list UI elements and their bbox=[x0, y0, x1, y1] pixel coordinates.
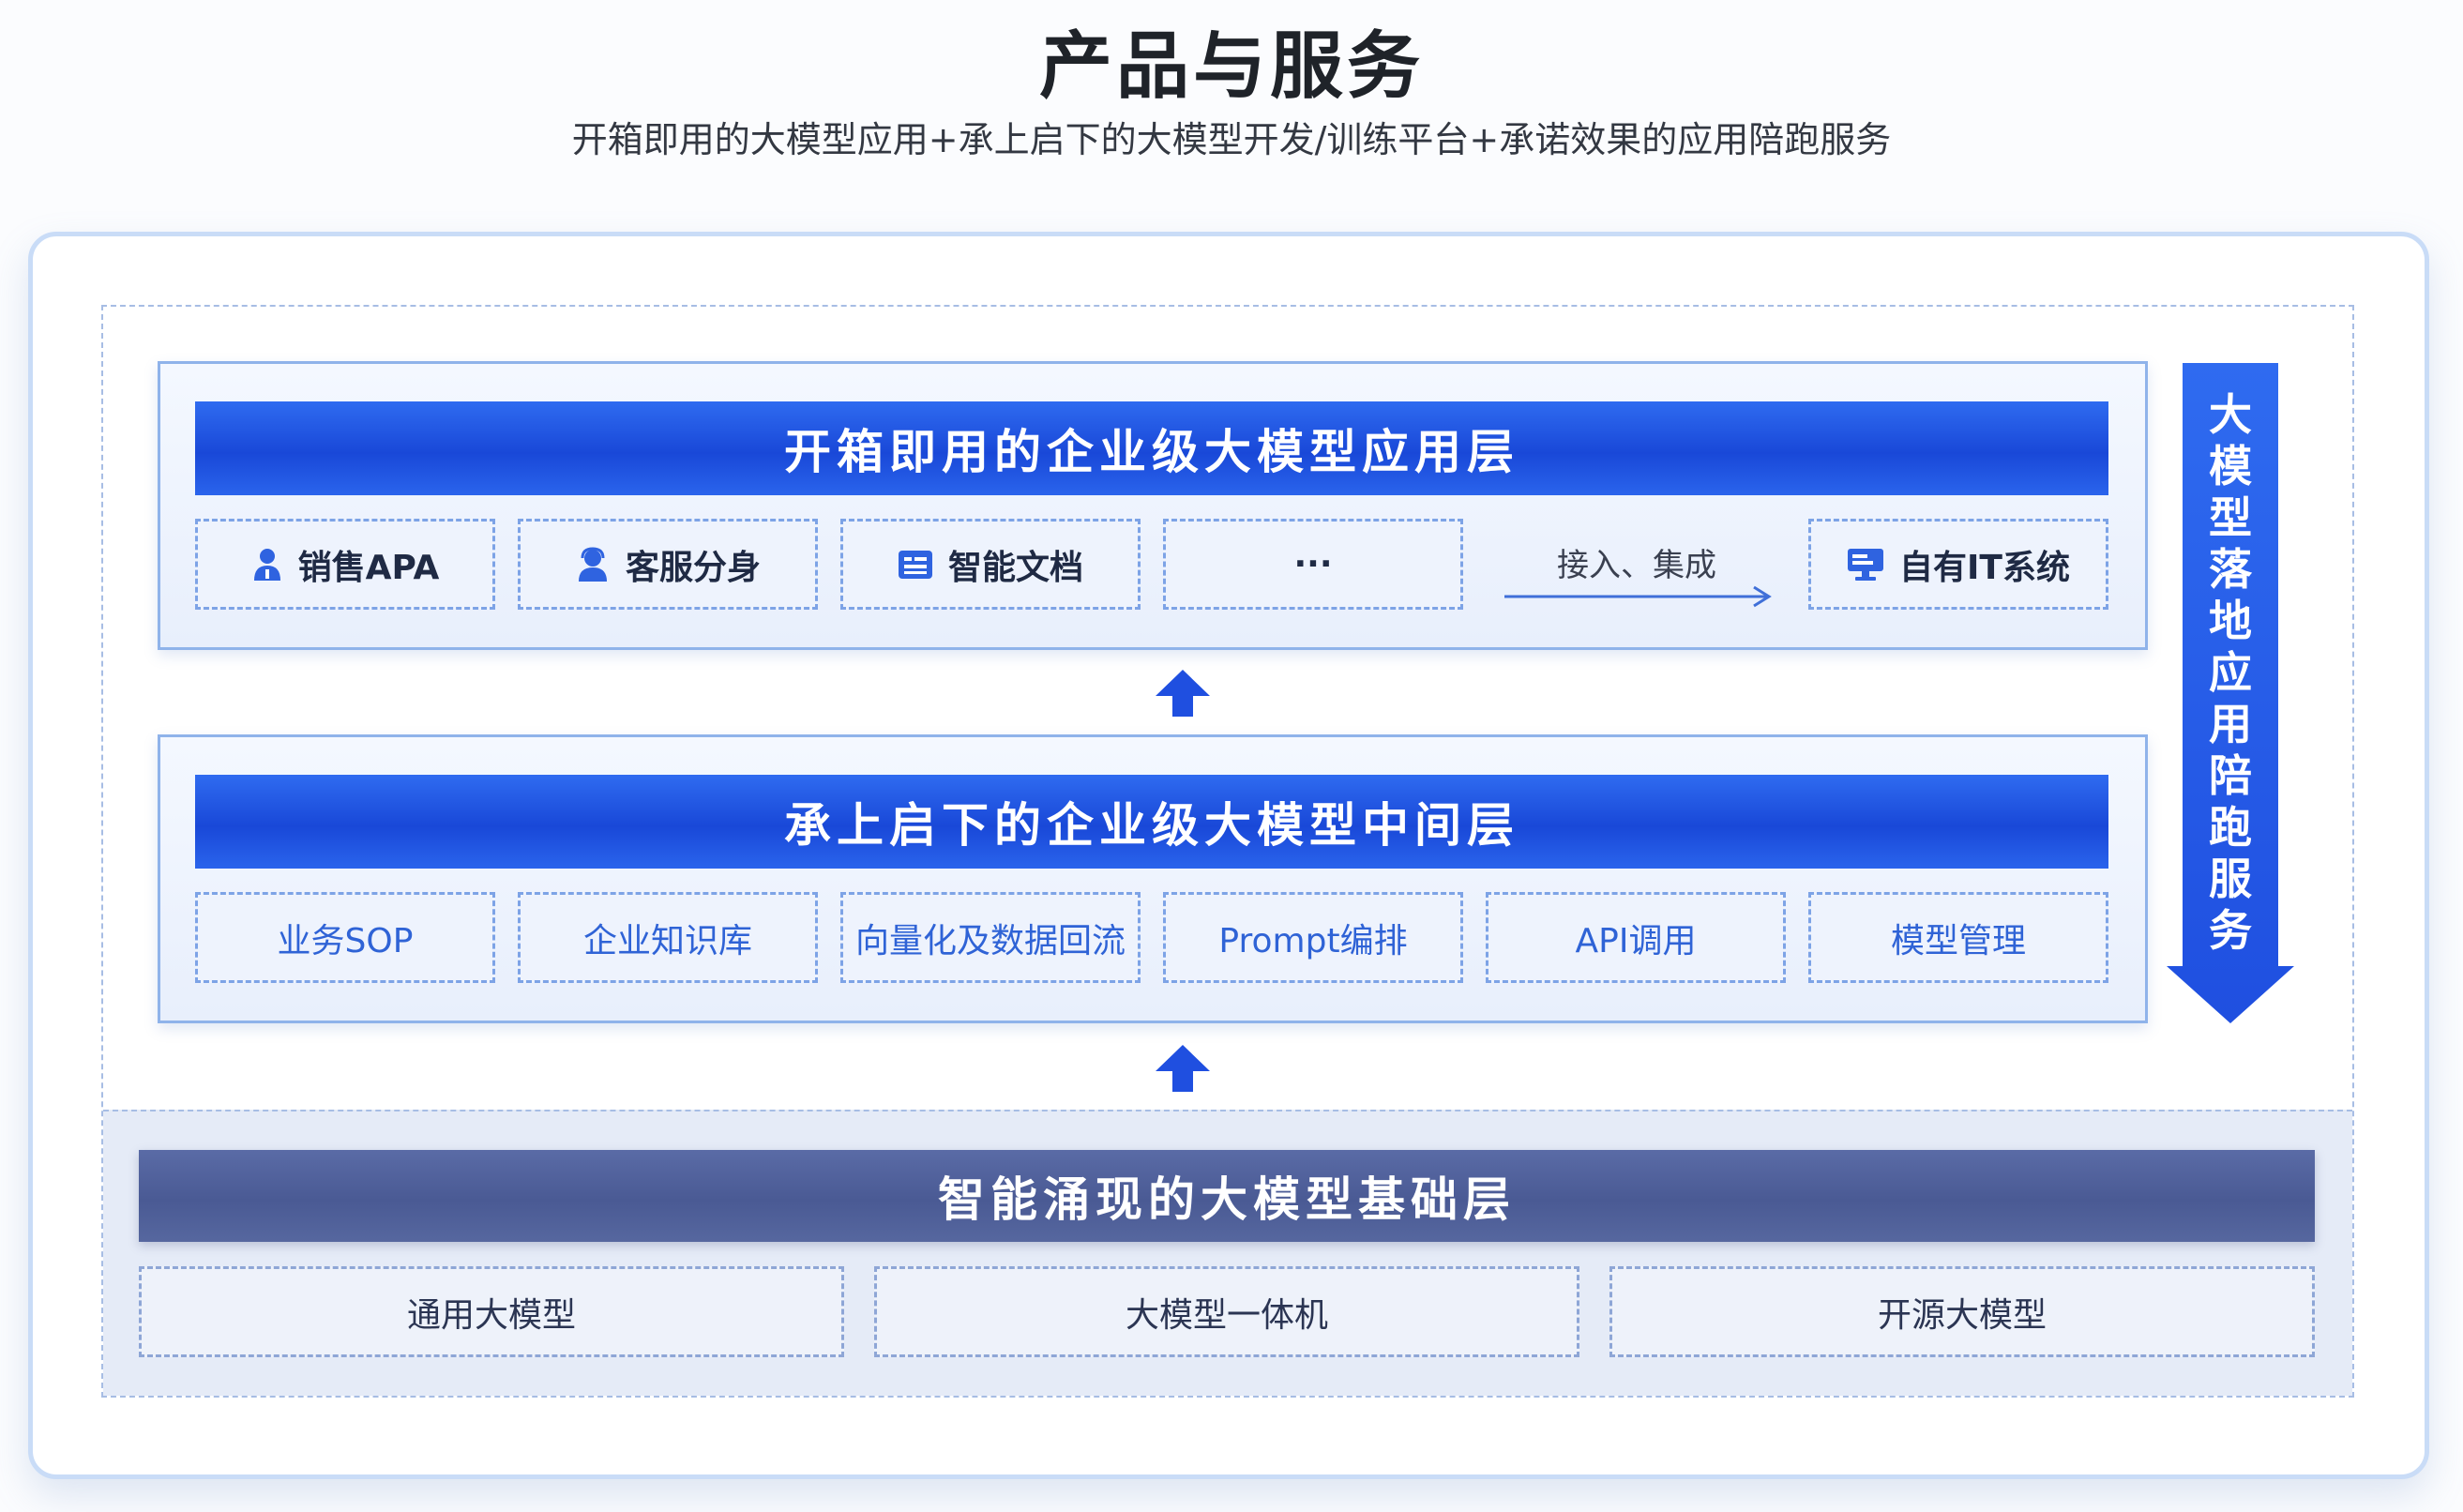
app-item-label: 客服分身 bbox=[625, 548, 761, 587]
side-label-char: 用 bbox=[2209, 699, 2252, 749]
side-label-char: 服 bbox=[2209, 854, 2252, 904]
base-item-open-source[interactable]: 开源大模型 bbox=[1609, 1266, 2315, 1357]
agent-icon bbox=[575, 546, 611, 582]
app-item-smart-docs[interactable]: 智能文档 bbox=[840, 519, 1141, 610]
page-title: 产品与服务 bbox=[1038, 24, 1424, 109]
middle-item-api[interactable]: API调用 bbox=[1486, 892, 1786, 983]
middle-item-model-management[interactable]: 模型管理 bbox=[1808, 892, 2108, 983]
connector-arrow bbox=[1504, 585, 1772, 608]
base-item-appliance[interactable]: 大模型一体机 bbox=[874, 1266, 1579, 1357]
side-label-char: 大 bbox=[2209, 389, 2252, 440]
up-arrow-icon bbox=[1156, 670, 1210, 717]
side-label-char: 地 bbox=[2209, 596, 2252, 646]
middle-item-prompt[interactable]: Prompt编排 bbox=[1163, 892, 1463, 983]
middle-item-knowledge-base[interactable]: 企业知识库 bbox=[518, 892, 818, 983]
app-item-customer-service[interactable]: 客服分身 bbox=[518, 519, 818, 610]
side-service-label: 大模型落地应用陪跑服务 bbox=[2183, 363, 2277, 1001]
side-label-char: 型 bbox=[2209, 492, 2252, 543]
side-label-char: 陪 bbox=[2209, 750, 2252, 801]
it-system-box[interactable]: 自有IT系统 bbox=[1808, 519, 2108, 610]
app-item-label: 智能文档 bbox=[947, 548, 1083, 587]
middle-item-vectorization[interactable]: 向量化及数据回流 bbox=[840, 892, 1141, 983]
middle-item-business-sop[interactable]: 业务SOP bbox=[195, 892, 495, 983]
base-layer-title: 智能涌现的大模型基础层 bbox=[139, 1150, 2315, 1242]
side-label-char: 模 bbox=[2209, 441, 2252, 491]
monitor-icon bbox=[1847, 548, 1884, 582]
side-label-char: 务 bbox=[2209, 905, 2252, 956]
side-label-char: 跑 bbox=[2209, 802, 2252, 853]
document-icon bbox=[898, 549, 933, 581]
side-label-char: 落 bbox=[2209, 544, 2252, 595]
app-item-label: 销售APA bbox=[297, 548, 440, 587]
middle-layer-title: 承上启下的企业级大模型中间层 bbox=[195, 775, 2108, 869]
app-item-more[interactable]: ··· bbox=[1163, 519, 1463, 610]
up-arrow-icon bbox=[1156, 1045, 1210, 1092]
more-label: ··· bbox=[1293, 545, 1333, 583]
connector-label: 接入、集成 bbox=[1557, 547, 1716, 584]
it-system-label: 自有IT系统 bbox=[1899, 548, 2070, 587]
page-subtitle: 开箱即用的大模型应用+承上启下的大模型开发/训练平台+承诺效果的应用陪跑服务 bbox=[571, 119, 1892, 160]
app-item-sales-apa[interactable]: 销售APA bbox=[195, 519, 495, 610]
user-icon bbox=[251, 547, 283, 582]
app-layer-title: 开箱即用的企业级大模型应用层 bbox=[195, 401, 2108, 495]
base-item-general-model[interactable]: 通用大模型 bbox=[139, 1266, 844, 1357]
side-label-char: 应 bbox=[2209, 647, 2252, 698]
